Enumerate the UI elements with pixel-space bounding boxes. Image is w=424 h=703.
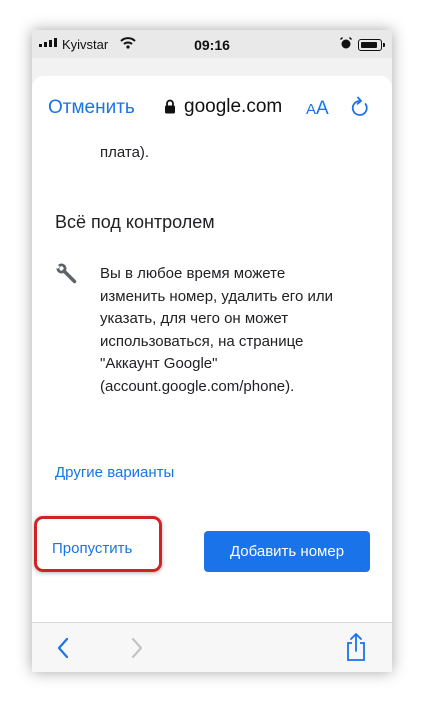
add-number-label: Добавить номер [229, 543, 345, 560]
text-size-button[interactable]: AA [306, 98, 329, 120]
text-size-large-label: A [316, 98, 329, 119]
clock-time: 09:16 [194, 37, 230, 53]
section-title: Всё под контролем [55, 212, 215, 232]
phone-screen: Kyivstar 09:16 Отменить google.com AA пл… [32, 30, 392, 672]
truncated-text: плата). [100, 144, 150, 161]
skip-button[interactable]: Пропустить [52, 540, 132, 557]
share-icon[interactable] [345, 632, 367, 667]
browser-toolbar [32, 622, 392, 672]
browser-sheet: Отменить google.com AA плата). Всё под к… [32, 76, 392, 672]
lock-icon [164, 99, 176, 119]
cancel-button[interactable]: Отменить [48, 97, 135, 119]
status-bar: Kyivstar 09:16 [32, 30, 392, 58]
text-size-small-label: A [306, 101, 317, 118]
address-bar-url[interactable]: google.com [184, 96, 282, 118]
forward-icon[interactable] [130, 636, 144, 665]
browser-nav-bar: Отменить google.com AA [32, 76, 392, 140]
description-line: использоваться, на странице [100, 332, 304, 350]
description-line: "Аккаунт Google" [100, 355, 218, 373]
description-line: (account.google.com/phone). [100, 377, 295, 395]
battery-icon [358, 39, 385, 51]
alarm-icon [339, 36, 353, 53]
reload-icon[interactable] [350, 96, 370, 123]
add-number-button[interactable]: Добавить номер [204, 531, 370, 572]
description-line: Вы в любое время можете [100, 265, 286, 282]
description-text: Вы в любое время можете изменить номер, … [100, 263, 360, 399]
description-line: указать, для чего он может [100, 310, 289, 328]
back-icon[interactable] [56, 636, 70, 665]
other-options-link[interactable]: Другие варианты [55, 464, 174, 481]
wrench-icon [54, 262, 77, 289]
description-line: изменить номер, удалить его или [100, 287, 333, 305]
